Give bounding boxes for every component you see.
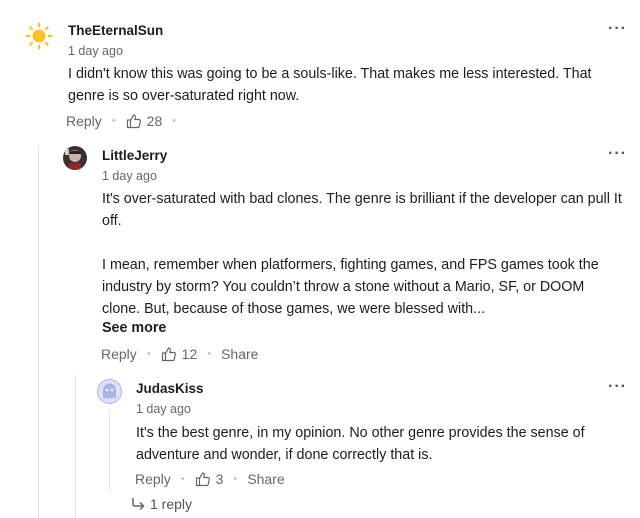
- comment-line: industry by storm? You couldn’t throw a …: [102, 279, 585, 295]
- comment-line: I didn't know this was going to be a sou…: [68, 66, 592, 82]
- comment-text: I didn't know this was going to be a sou…: [68, 63, 628, 107]
- comment-line: It's over-saturated with bad clones. The…: [102, 191, 622, 207]
- comment-line: off.: [102, 213, 122, 229]
- reply-button[interactable]: Reply: [66, 113, 102, 129]
- share-button[interactable]: Share: [247, 471, 284, 487]
- separator-dot: •: [111, 115, 116, 127]
- view-replies-link[interactable]: 1 reply: [130, 496, 192, 512]
- comment-line: clone. But, because of those games, we w…: [102, 301, 486, 317]
- comment-line: It's the best genre, in my opinion. No o…: [136, 425, 585, 441]
- comment-actions: Reply • 3 • Share: [135, 469, 285, 489]
- ghost-avatar-icon[interactable]: [97, 379, 122, 404]
- comment-actions: Reply • 28 •: [66, 111, 186, 131]
- comment-line: [102, 232, 632, 254]
- thread-line: [38, 146, 39, 518]
- thumbs-up-icon: [161, 347, 176, 362]
- separator-dot: •: [207, 348, 212, 360]
- separator-dot: •: [146, 348, 151, 360]
- thumbs-up-icon: [195, 472, 210, 487]
- like-count: 28: [146, 113, 163, 129]
- comment-timestamp[interactable]: 1 day ago: [68, 44, 123, 58]
- like-button[interactable]: 28: [126, 113, 163, 129]
- thread-line: [109, 411, 110, 491]
- more-options-icon[interactable]: ···: [608, 20, 627, 38]
- photo-avatar-icon[interactable]: [63, 146, 87, 170]
- reply-button[interactable]: Reply: [101, 346, 137, 362]
- comment-timestamp[interactable]: 1 day ago: [136, 402, 191, 416]
- sun-icon: [25, 22, 53, 50]
- comment-text: It's the best genre, in my opinion. No o…: [136, 422, 626, 466]
- comment-line: adventure and wonder, if done correctly …: [136, 447, 433, 463]
- comment-username[interactable]: TheEternalSun: [68, 23, 163, 38]
- comment-username[interactable]: JudasKiss: [136, 381, 204, 396]
- see-more-button[interactable]: See more: [102, 320, 166, 336]
- comment-username[interactable]: LittleJerry: [102, 148, 167, 163]
- more-options-icon[interactable]: ···: [608, 378, 627, 396]
- comment-line: genre is so over-saturated right now.: [68, 88, 300, 104]
- separator-dot: •: [180, 473, 185, 485]
- comment-actions: Reply • 12 • Share: [101, 344, 258, 364]
- share-button[interactable]: Share: [221, 346, 258, 362]
- like-button[interactable]: 3: [195, 471, 224, 487]
- thumbs-up-icon: [126, 114, 141, 129]
- more-options-icon[interactable]: ···: [608, 145, 627, 163]
- separator-dot: •: [172, 115, 177, 127]
- reply-count-label: 1 reply: [150, 496, 193, 512]
- reply-button[interactable]: Reply: [135, 471, 171, 487]
- comment-line: I mean, remember when platformers, fight…: [102, 257, 599, 273]
- like-count: 3: [215, 471, 224, 487]
- comment-text: It's over-saturated with bad clones. The…: [102, 188, 632, 320]
- comment-timestamp[interactable]: 1 day ago: [102, 169, 157, 183]
- like-button[interactable]: 12: [161, 346, 198, 362]
- thread-line: [75, 375, 76, 518]
- reply-arrow-icon: [132, 498, 145, 511]
- separator-dot: •: [233, 473, 238, 485]
- like-count: 12: [181, 346, 198, 362]
